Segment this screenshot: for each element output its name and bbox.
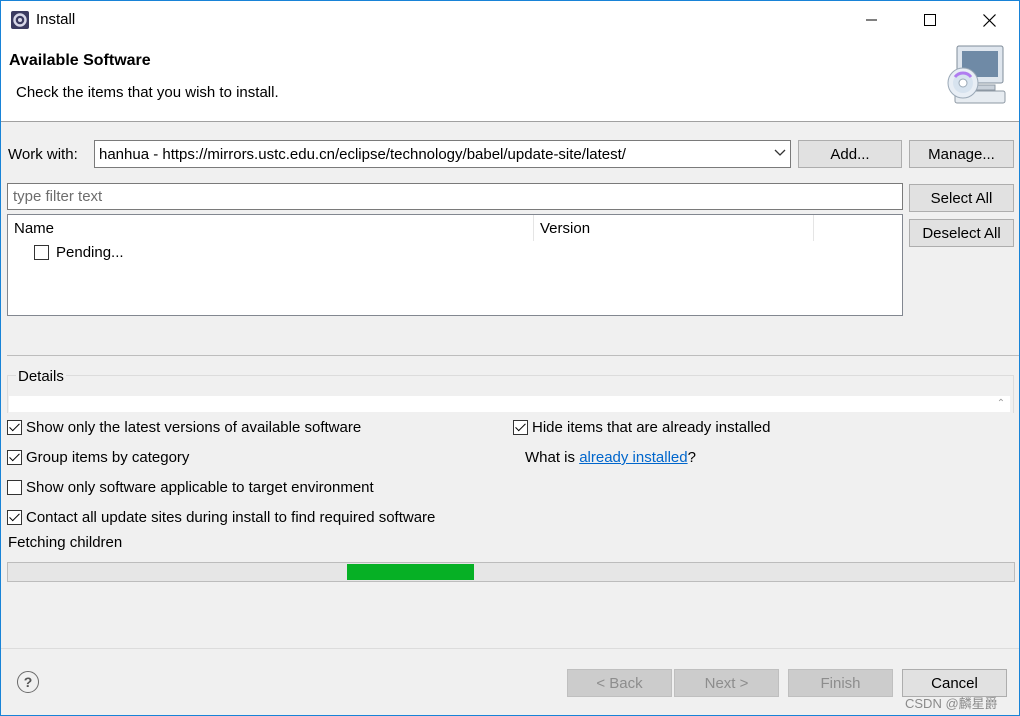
target-environment-label: Show only software applicable to target …: [26, 479, 374, 496]
filter-placeholder: type filter text: [13, 188, 103, 205]
progress-fill: [347, 564, 474, 580]
tree-item-label: Pending...: [56, 244, 124, 261]
latest-versions-checkbox[interactable]: [7, 420, 22, 435]
window-title: Install: [36, 11, 76, 28]
tree-item-checkbox[interactable]: [34, 245, 49, 260]
hide-installed-label: Hide items that are already installed: [532, 419, 771, 436]
finish-button[interactable]: Finish: [788, 669, 893, 697]
software-tree[interactable]: Name Version Pending...: [7, 214, 903, 316]
close-icon: [982, 13, 996, 27]
work-with-value: hanhua - https://mirrors.ustc.edu.cn/ecl…: [99, 146, 626, 163]
minimize-button[interactable]: [843, 1, 901, 39]
add-button[interactable]: Add...: [798, 140, 902, 168]
watermark: CSDN @麟星爵: [905, 696, 998, 711]
what-is-suffix: ?: [687, 449, 696, 466]
details-label: Details: [16, 368, 66, 385]
filter-input[interactable]: type filter text: [7, 183, 903, 210]
manage-button[interactable]: Manage...: [909, 140, 1014, 168]
title-bar: Install: [1, 1, 1019, 39]
maximize-button[interactable]: [901, 1, 959, 39]
target-environment-option[interactable]: Show only software applicable to target …: [7, 479, 374, 496]
tree-item[interactable]: Pending...: [34, 244, 124, 261]
details-text-area[interactable]: [9, 396, 992, 412]
column-header-version[interactable]: Version: [534, 215, 814, 241]
what-is-installed-text: What is already installed?: [525, 449, 696, 466]
back-button[interactable]: < Back: [567, 669, 672, 697]
group-by-category-label: Group items by category: [26, 449, 190, 466]
hide-installed-checkbox[interactable]: [513, 420, 528, 435]
help-icon[interactable]: ?: [17, 671, 39, 693]
what-is-prefix: What is: [525, 449, 580, 466]
target-environment-checkbox[interactable]: [7, 480, 22, 495]
latest-versions-option[interactable]: Show only the latest versions of availab…: [7, 419, 361, 436]
details-scrollbar[interactable]: ⌃: [992, 396, 1010, 412]
contact-update-sites-option[interactable]: Contact all update sites during install …: [7, 509, 435, 526]
deselect-all-button[interactable]: Deselect All: [909, 219, 1014, 247]
page-title: Available Software: [9, 52, 151, 69]
work-with-combo[interactable]: hanhua - https://mirrors.ustc.edu.cn/ecl…: [94, 140, 791, 168]
group-by-category-checkbox[interactable]: [7, 450, 22, 465]
sash-divider[interactable]: [7, 355, 1019, 356]
eclipse-gear-icon: [11, 11, 29, 29]
status-text: Fetching children: [8, 534, 123, 551]
already-installed-link[interactable]: already installed: [579, 449, 687, 466]
latest-versions-label: Show only the latest versions of availab…: [26, 419, 362, 436]
work-with-label: Work with:: [8, 146, 78, 163]
maximize-icon: [924, 14, 936, 26]
hide-installed-option[interactable]: Hide items that are already installed: [513, 419, 770, 436]
select-all-button[interactable]: Select All: [909, 184, 1014, 212]
group-by-category-option[interactable]: Group items by category: [7, 449, 189, 466]
minimize-icon: [866, 19, 877, 21]
computer-cd-icon: [947, 45, 1006, 104]
page-description: Check the items that you wish to install…: [16, 84, 279, 101]
install-dialog: Install Available Software Check the ite…: [0, 0, 1020, 716]
progress-bar: [7, 562, 1015, 582]
close-button[interactable]: [960, 1, 1018, 39]
footer-divider: [1, 648, 1019, 649]
contact-update-sites-label: Contact all update sites during install …: [26, 509, 436, 526]
chevron-down-icon[interactable]: [774, 149, 786, 157]
next-button[interactable]: Next >: [674, 669, 779, 697]
wizard-header: Available Software Check the items that …: [1, 39, 1019, 122]
contact-update-sites-checkbox[interactable]: [7, 510, 22, 525]
column-header-name[interactable]: Name: [8, 215, 534, 241]
